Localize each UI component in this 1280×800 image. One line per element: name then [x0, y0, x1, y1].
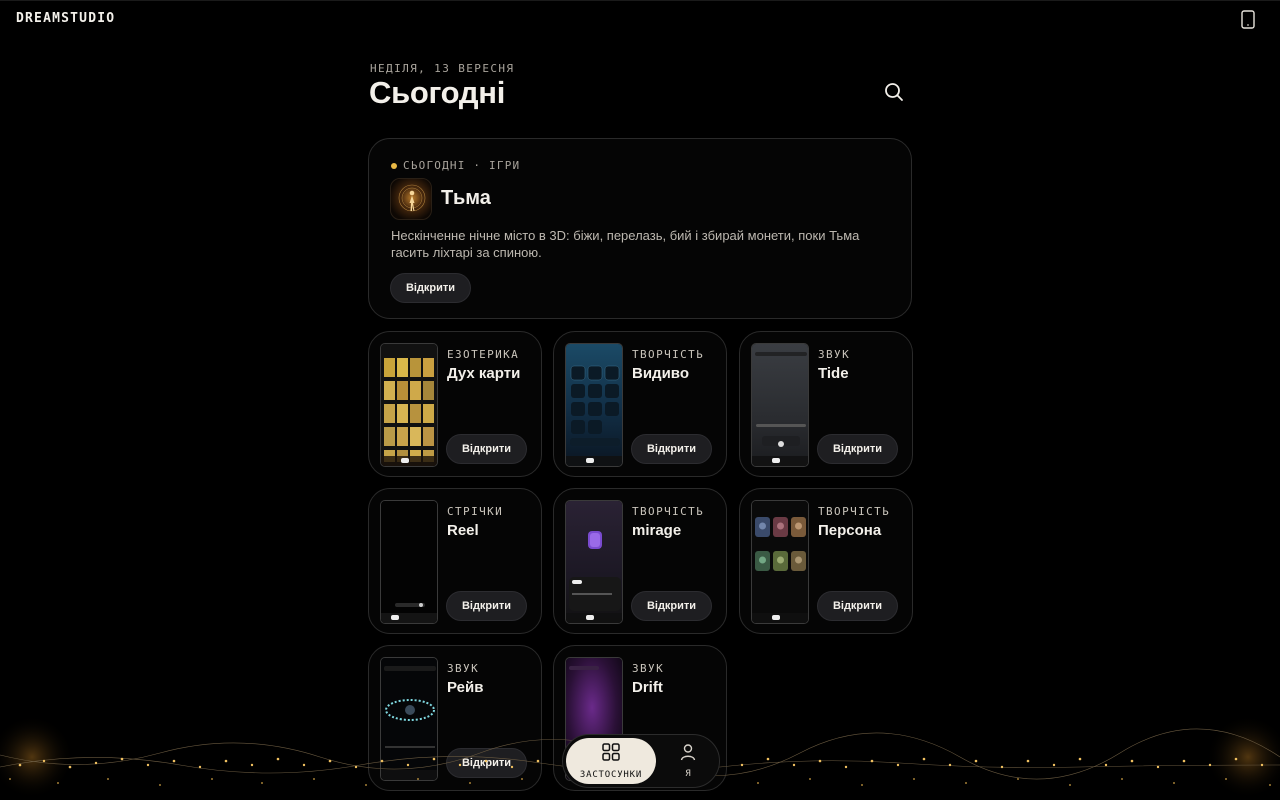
featured-kicker-text: СЬОГОДНІ · ІГРИ — [403, 159, 521, 172]
app-name: Reel — [447, 522, 479, 539]
search-icon[interactable] — [882, 80, 906, 104]
app-name: Видиво — [632, 365, 689, 382]
app-category: ТВОРЧІСТЬ — [632, 505, 705, 518]
app-card[interactable]: ЗВУК Рейв Відкрити — [368, 645, 542, 791]
app-name: Drift — [632, 679, 663, 696]
featured-app-card[interactable]: СЬОГОДНІ · ІГРИ Тьма Нескінченне нічне м… — [368, 138, 912, 319]
brand-logo[interactable]: DREAMSTUDIO — [16, 11, 115, 26]
page-title: Сьогодні — [369, 75, 506, 110]
app-category: ЗВУК — [818, 348, 851, 361]
app-name: Дух карти — [447, 365, 521, 382]
featured-app-icon — [390, 178, 432, 220]
app-name: mirage — [632, 522, 682, 539]
app-category: ЕЗОТЕРИКА — [447, 348, 520, 361]
app-card[interactable]: ЕЗОТЕРИКА Дух карти Відкрити — [368, 331, 542, 477]
app-category: ЗВУК — [447, 662, 480, 675]
open-button[interactable]: Відкрити — [631, 434, 712, 464]
app-card[interactable]: СТРІЧКИ Reel Відкрити — [368, 488, 542, 634]
open-button[interactable]: Відкрити — [446, 591, 527, 621]
top-bar: DREAMSTUDIO — [0, 0, 1280, 36]
featured-kicker: СЬОГОДНІ · ІГРИ — [391, 159, 520, 172]
app-card[interactable]: ТВОРЧІСТЬ Видиво Відкрити — [553, 331, 727, 477]
app-card[interactable]: ТВОРЧІСТЬ Персона Відкрити — [739, 488, 913, 634]
open-button[interactable]: Відкрити — [817, 591, 898, 621]
app-category: ТВОРЧІСТЬ — [632, 348, 705, 361]
app-screenshot — [751, 500, 809, 624]
app-category: ЗВУК — [632, 662, 665, 675]
app-screenshot — [565, 343, 623, 467]
app-card[interactable]: ЗВУК Tide Відкрити — [739, 331, 913, 477]
nav-apps-tab[interactable]: ЗАСТОСУНКИ — [566, 738, 656, 784]
app-category: ТВОРЧІСТЬ — [818, 505, 891, 518]
person-icon — [679, 743, 697, 766]
tablet-icon[interactable] — [1240, 9, 1256, 29]
open-button[interactable]: Відкрити — [631, 591, 712, 621]
nav-me-tab[interactable]: Я — [661, 738, 715, 784]
app-name: Tide — [818, 365, 849, 382]
app-screenshot — [380, 343, 438, 467]
featured-app-name: Тьма — [441, 187, 491, 209]
date-label: НЕДІЛЯ, 13 ВЕРЕСНЯ — [370, 62, 515, 75]
open-button[interactable]: Відкрити — [446, 434, 527, 464]
open-button[interactable]: Відкрити — [817, 434, 898, 464]
nav-apps-label: ЗАСТОСУНКИ — [579, 770, 643, 780]
app-card[interactable]: ТВОРЧІСТЬ mirage Відкрити — [553, 488, 727, 634]
app-screenshot — [380, 657, 438, 781]
app-screenshot — [565, 500, 623, 624]
open-button[interactable]: Відкрити — [446, 748, 527, 778]
grid-icon — [601, 742, 621, 767]
featured-app-description: Нескінченне нічне місто в 3D: біжи, пере… — [391, 228, 860, 260]
app-name: Рейв — [447, 679, 484, 696]
bottom-nav: ЗАСТОСУНКИ Я — [562, 734, 720, 788]
open-featured-button[interactable]: Відкрити — [390, 273, 471, 303]
app-screenshot — [751, 343, 809, 467]
app-screenshot — [380, 500, 438, 624]
app-name: Персона — [818, 522, 882, 539]
app-category: СТРІЧКИ — [447, 505, 504, 518]
nav-me-label: Я — [685, 769, 691, 779]
status-dot — [391, 162, 397, 169]
